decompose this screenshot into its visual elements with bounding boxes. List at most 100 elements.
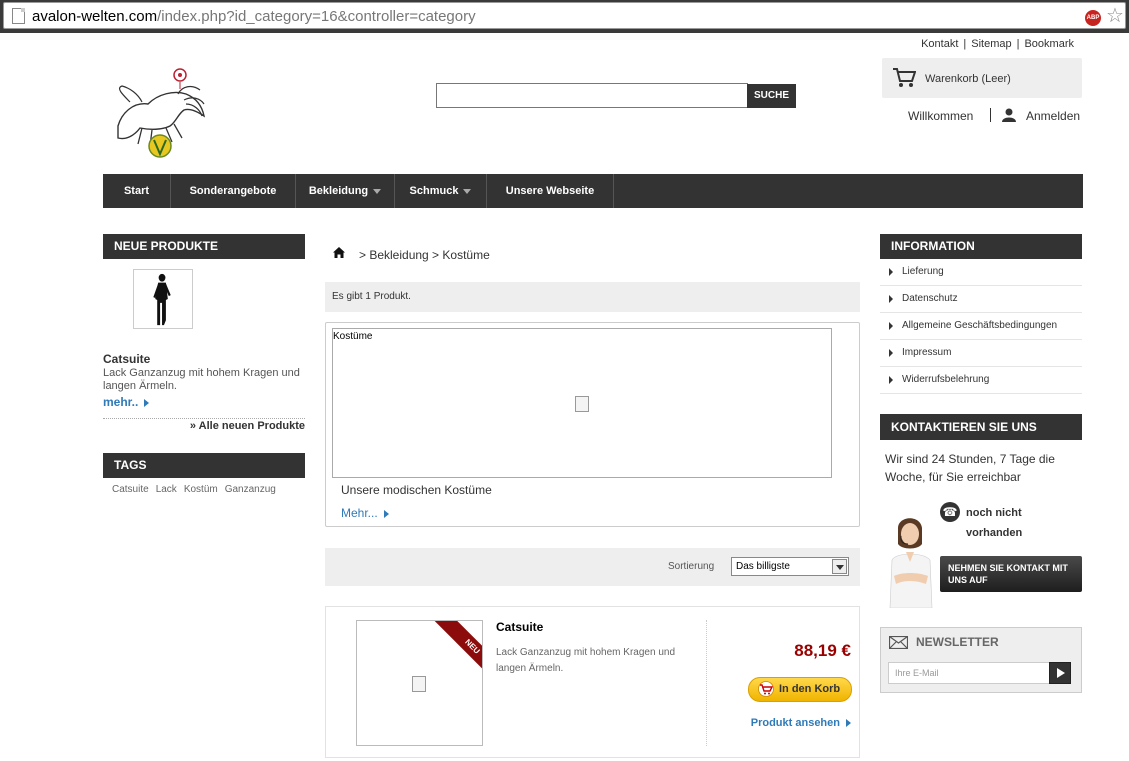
info-link-datenschutz[interactable]: Datenschutz	[880, 286, 1082, 313]
newsletter-box: NEWSLETTER Ihre E-Mail	[880, 627, 1082, 693]
more-label: Mehr...	[341, 506, 378, 520]
info-label: Impressum	[902, 347, 952, 358]
catsuite-thumbnail	[153, 273, 171, 326]
info-label: Widerrufsbelehrung	[902, 374, 990, 385]
welcome-text: Willkommen	[908, 109, 974, 123]
tag-list: Catsuite Lack Kostüm Ganzanzug	[112, 484, 283, 495]
newsletter-submit-button[interactable]	[1049, 662, 1071, 684]
info-link-lieferung[interactable]: Lieferung	[880, 259, 1082, 286]
broken-image-icon	[575, 396, 589, 412]
user-icon	[1002, 108, 1016, 122]
cart-label: Warenkorb (Leer)	[925, 73, 1011, 85]
tag-link[interactable]: Catsuite	[112, 484, 149, 495]
broken-image-icon	[412, 676, 426, 692]
tag-link[interactable]: Ganzanzug	[225, 484, 276, 495]
nav-item-schmuck[interactable]: Schmuck	[395, 174, 487, 208]
new-product-more-link[interactable]: mehr..	[103, 395, 150, 409]
nav-label: Start	[123, 185, 150, 197]
info-link-widerruf[interactable]: Widerrufsbelehrung	[880, 367, 1082, 394]
add-to-cart-button[interactable]: In den Korb	[748, 677, 852, 702]
search-input[interactable]	[436, 83, 748, 108]
nav-label: Unsere Webseite	[505, 185, 595, 197]
product-count: Es gibt 1 Produkt.	[325, 282, 860, 312]
information-title: INFORMATION	[880, 234, 1082, 259]
arrow-right-icon	[889, 322, 893, 330]
support-agent-image	[889, 518, 933, 608]
info-link-impressum[interactable]: Impressum	[880, 340, 1082, 367]
link-separator: |	[1016, 38, 1020, 50]
dropdown-arrow-icon	[463, 188, 472, 194]
category-image: Kostüme	[332, 328, 832, 478]
contact-link[interactable]: Kontakt	[921, 38, 958, 50]
adblock-icon[interactable]: ABP	[1085, 10, 1101, 26]
contact-text: Wir sind 24 Stunden, 7 Tage die Woche, f…	[885, 452, 1055, 484]
sort-label: Sortierung	[668, 561, 715, 572]
info-label: Lieferung	[902, 266, 944, 277]
nav-item-sonderangebote[interactable]: Sonderangebote	[171, 174, 296, 208]
arrow-right-icon	[383, 509, 389, 518]
category-box: Kostüme Unsere modischen Kostüme Mehr...	[325, 322, 860, 527]
tag-link[interactable]: Kostüm	[184, 484, 218, 495]
url-text[interactable]: avalon-welten.com/index.php?id_category=…	[32, 8, 476, 25]
view-product-link[interactable]: Produkt ansehen	[751, 717, 851, 729]
product-price: 88,19 €	[794, 641, 851, 660]
newsletter-title: NEWSLETTER	[916, 635, 999, 649]
arrow-right-icon	[889, 376, 893, 384]
newsletter-email-input[interactable]: Ihre E-Mail	[888, 662, 1050, 684]
cart-icon	[758, 681, 774, 697]
add-to-cart-label: In den Korb	[779, 683, 841, 695]
cart-icon	[893, 68, 916, 87]
sort-bar: Sortierung Das billigste	[325, 548, 860, 586]
sort-value: Das billigste	[736, 561, 790, 572]
tag-link[interactable]: Lack	[156, 484, 177, 495]
tags-title: TAGS	[103, 453, 305, 478]
sitemap-link[interactable]: Sitemap	[971, 38, 1011, 50]
new-product-description: Lack Ganzanzug mit hohem Kragen und lang…	[103, 367, 300, 392]
product-name[interactable]: Catsuite	[496, 620, 543, 634]
phone-icon: ☎	[940, 502, 960, 522]
nav-label: Sonderangebote	[189, 185, 277, 197]
browser-address-bar: avalon-welten.com/index.php?id_category=…	[0, 0, 1129, 33]
shop-logo[interactable]	[108, 64, 208, 164]
chevron-down-icon[interactable]	[832, 559, 847, 574]
arrow-right-icon	[846, 719, 851, 728]
main-nav: Start Sonderangebote Bekleidung Schmuck …	[103, 174, 1083, 208]
divider	[706, 620, 707, 746]
bookmark-star-icon[interactable]: ☆	[1106, 5, 1124, 27]
info-link-agb[interactable]: Allgemeine Geschäftsbedingungen	[880, 313, 1082, 340]
login-separator	[990, 108, 991, 122]
top-links: Kontakt | Sitemap | Bookmark	[921, 38, 1074, 50]
contact-us-button[interactable]: NEHMEN SIE KONTAKT MIT UNS AUF	[940, 556, 1082, 592]
more-label: mehr..	[103, 395, 139, 409]
login-link[interactable]: Anmelden	[1026, 109, 1080, 123]
contact-title: KONTAKTIEREN SIE UNS	[880, 414, 1082, 440]
arrow-right-icon	[144, 398, 150, 407]
new-product-image[interactable]	[133, 269, 193, 329]
arrow-right-icon	[889, 349, 893, 357]
product-description: Lack Ganzanzug mit hohem Kragen und lang…	[496, 647, 675, 674]
all-new-products-link[interactable]: » Alle neuen Produkte	[190, 420, 305, 432]
url-field[interactable]: avalon-welten.com/index.php?id_category=…	[3, 2, 1126, 29]
new-ribbon: NEU	[427, 621, 482, 692]
search-button[interactable]: SUCHE	[747, 84, 796, 108]
new-product-name[interactable]: Catsuite	[103, 352, 150, 366]
nav-label: Schmuck	[409, 185, 459, 197]
product-item: NEU Catsuite Lack Ganzanzug mit hohem Kr…	[325, 606, 860, 758]
product-image[interactable]: NEU	[356, 620, 483, 746]
url-domain: avalon-welten.com	[32, 8, 158, 25]
nav-label: Bekleidung	[308, 185, 369, 197]
category-more-link[interactable]: Mehr...	[341, 506, 389, 520]
breadcrumb[interactable]: > Bekleidung > Kostüme	[359, 248, 490, 262]
nav-item-bekleidung[interactable]: Bekleidung	[296, 174, 395, 208]
arrow-right-icon	[889, 295, 893, 303]
sort-select[interactable]: Das billigste	[731, 557, 849, 576]
info-label: Datenschutz	[902, 293, 958, 304]
bookmark-link[interactable]: Bookmark	[1024, 38, 1074, 50]
nav-item-start[interactable]: Start	[103, 174, 171, 208]
url-path: /index.php?id_category=16&controller=cat…	[157, 8, 476, 25]
nav-item-unsere-webseite[interactable]: Unsere Webseite	[487, 174, 614, 208]
page-icon	[12, 8, 25, 24]
cart-box[interactable]: Warenkorb (Leer)	[882, 58, 1082, 98]
category-description: Unsere modischen Kostüme	[341, 483, 492, 497]
home-icon[interactable]	[333, 247, 345, 258]
